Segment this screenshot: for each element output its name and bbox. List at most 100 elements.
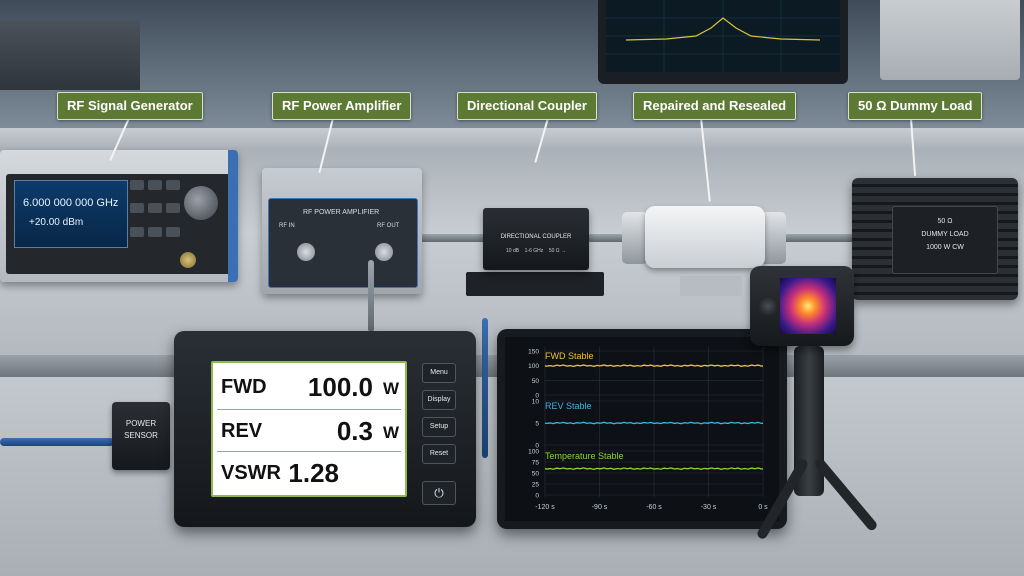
coupler-sample-cable [482, 318, 488, 458]
display-button[interactable]: Display [422, 390, 456, 410]
amplifier-rf-in-port [297, 243, 315, 261]
x-tick-label: -120 s [535, 504, 555, 511]
rev-label: REV [221, 420, 263, 442]
fwd-reading: FWD 100.0 W [221, 367, 399, 407]
vswr-value: 1.28 [288, 458, 339, 488]
keypad-key [148, 203, 162, 214]
directional-coupler: DIRECTIONAL COUPLER 10 dB 1-6 GHz 50 Ω → [483, 208, 589, 270]
keypad-key [130, 203, 144, 214]
background-monitor [598, 0, 848, 84]
menu-button[interactable]: Menu [422, 363, 456, 383]
amplifier-title: RF POWER AMPLIFIER [303, 209, 380, 216]
arrow-right-icon: → [560, 248, 566, 254]
panel-title: REV Stable [545, 401, 592, 411]
panel-title: Temperature Stable [545, 451, 624, 461]
stability-chart: 050100150 FWD Stable0510 REV Stable0255075… [528, 347, 768, 511]
x-tick-label: -30 s [701, 504, 717, 511]
signal-generator-display: 6.000 000 000 GHz +20.00 dBm [14, 180, 128, 248]
dummy-load-text: 50 Ω DUMMY LOAD 1000 W CW [893, 215, 997, 254]
thermal-image [780, 278, 836, 334]
monitoring-tablet: 0 50 100 150 FWD Stable 0 5 10 REV Stable 0 25 50 75… [497, 329, 787, 529]
sensor-cable [0, 438, 114, 446]
rev-unit: W [382, 423, 399, 442]
y-tick-label: 5 [535, 421, 539, 428]
reset-button[interactable]: Reset [422, 444, 456, 464]
meter-divider [217, 409, 401, 410]
coupler-coupling: 10 dB [506, 248, 520, 254]
y-tick-label: 150 [528, 349, 539, 356]
panel-title: FWD Stable [545, 351, 594, 361]
fwd-unit: W [382, 379, 399, 398]
dummy-load-line2: DUMMY LOAD [921, 231, 969, 238]
dummy-load-line3: 1000 W CW [926, 244, 964, 251]
signal-generator-front-panel: 6.000 000 000 GHz +20.00 dBm [6, 174, 232, 274]
camera-lens [758, 296, 778, 316]
repaired-resealed-section [645, 206, 765, 268]
fwd-value: 100.0 [307, 372, 373, 402]
rf-power-amplifier: RF POWER AMPLIFIER RF IN RF OUT [262, 168, 422, 294]
power-meter: FWD 100.0 W REV 0.3 W VSWR 1.28 Menu Dis… [174, 331, 476, 527]
label-rf-power-amplifier: RF Power Amplifier [272, 92, 412, 120]
y-tick-label: 0 [535, 493, 539, 500]
cable-amp-to-coupler [420, 234, 486, 242]
rev-value: 0.3 [336, 416, 373, 446]
label-directional-coupler: Directional Coupler [457, 92, 597, 120]
meter-divider [217, 451, 401, 452]
setup-button[interactable]: Setup [422, 417, 456, 437]
tablet-screen: 0 50 100 150 FWD Stable 0 5 10 REV Stable 0 25 50 75… [505, 337, 779, 521]
label-rf-signal-generator: RF Signal Generator [57, 92, 203, 120]
rev-reading: REV 0.3 W [221, 411, 399, 451]
coupler-title: DIRECTIONAL COUPLER [500, 234, 572, 240]
keypad-key [148, 180, 162, 190]
power-icon: ⏻ [434, 486, 444, 500]
x-tick-label: 0 s [758, 504, 768, 511]
dummy-load: 50 Ω DUMMY LOAD 1000 W CW [852, 178, 1018, 300]
keypad-key [166, 226, 180, 237]
keypad-key [166, 180, 180, 190]
power-sensor: POWER SENSOR [112, 402, 170, 470]
y-tick-label: 10 [532, 399, 540, 406]
power-sensor-text: POWER SENSOR [112, 418, 170, 442]
signal-generator-rf-port [180, 252, 196, 268]
background-rack-left [0, 20, 140, 90]
power-meter-display: FWD 100.0 W REV 0.3 W VSWR 1.28 [211, 361, 407, 497]
power-sensor-line2: SENSOR [124, 431, 158, 440]
x-tick-label: -60 s [646, 504, 662, 511]
dummy-load-plate: 50 Ω DUMMY LOAD 1000 W CW [892, 206, 998, 274]
signal-generator-knob [184, 186, 218, 220]
label-dummy-load: 50 Ω Dummy Load [848, 92, 983, 120]
signal-generator-keypad [130, 180, 180, 246]
background-rack-right [880, 0, 1020, 80]
keypad-key [130, 180, 144, 190]
signal-generator-power: +20.00 dBm [29, 217, 84, 228]
repair-stand [680, 276, 742, 296]
power-sensor-line1: POWER [125, 419, 157, 428]
signal-generator-frequency: 6.000 000 000 GHz [23, 197, 119, 209]
thermal-camera [750, 266, 854, 346]
coupler-impedance: 50 Ω [548, 248, 560, 254]
vswr-label: VSWR [221, 462, 281, 484]
amplifier-rf-out-port [375, 243, 393, 261]
rf-signal-generator: 6.000 000 000 GHz +20.00 dBm [0, 150, 238, 282]
amplifier-rf-out-label: RF OUT [377, 223, 400, 229]
fwd-label: FWD [221, 376, 267, 398]
y-tick-label: 75 [532, 460, 540, 467]
dummy-load-line1: 50 Ω [937, 218, 953, 225]
amplifier-rf-in-label: RF IN [279, 223, 295, 229]
background-spectrum [606, 0, 840, 72]
amplifier-front-panel: RF POWER AMPLIFIER RF IN RF OUT [268, 198, 418, 288]
coupler-specs: 10 dB 1-6 GHz 50 Ω → [483, 248, 589, 254]
x-tick-label: -90 s [592, 504, 608, 511]
label-repaired-resealed: Repaired and Resealed [633, 92, 797, 120]
y-tick-label: 25 [532, 482, 540, 489]
coupler-band: 1-6 GHz [524, 248, 544, 254]
keypad-key [130, 226, 144, 237]
y-tick-label: 100 [528, 449, 539, 456]
power-button[interactable]: ⏻ [422, 481, 456, 505]
keypad-key [166, 203, 180, 214]
coupler-stand [466, 272, 604, 296]
y-tick-label: 100 [528, 363, 539, 370]
keypad-key [148, 226, 162, 237]
background-monitor-screen [606, 0, 840, 72]
y-tick-label: 50 [532, 378, 540, 385]
